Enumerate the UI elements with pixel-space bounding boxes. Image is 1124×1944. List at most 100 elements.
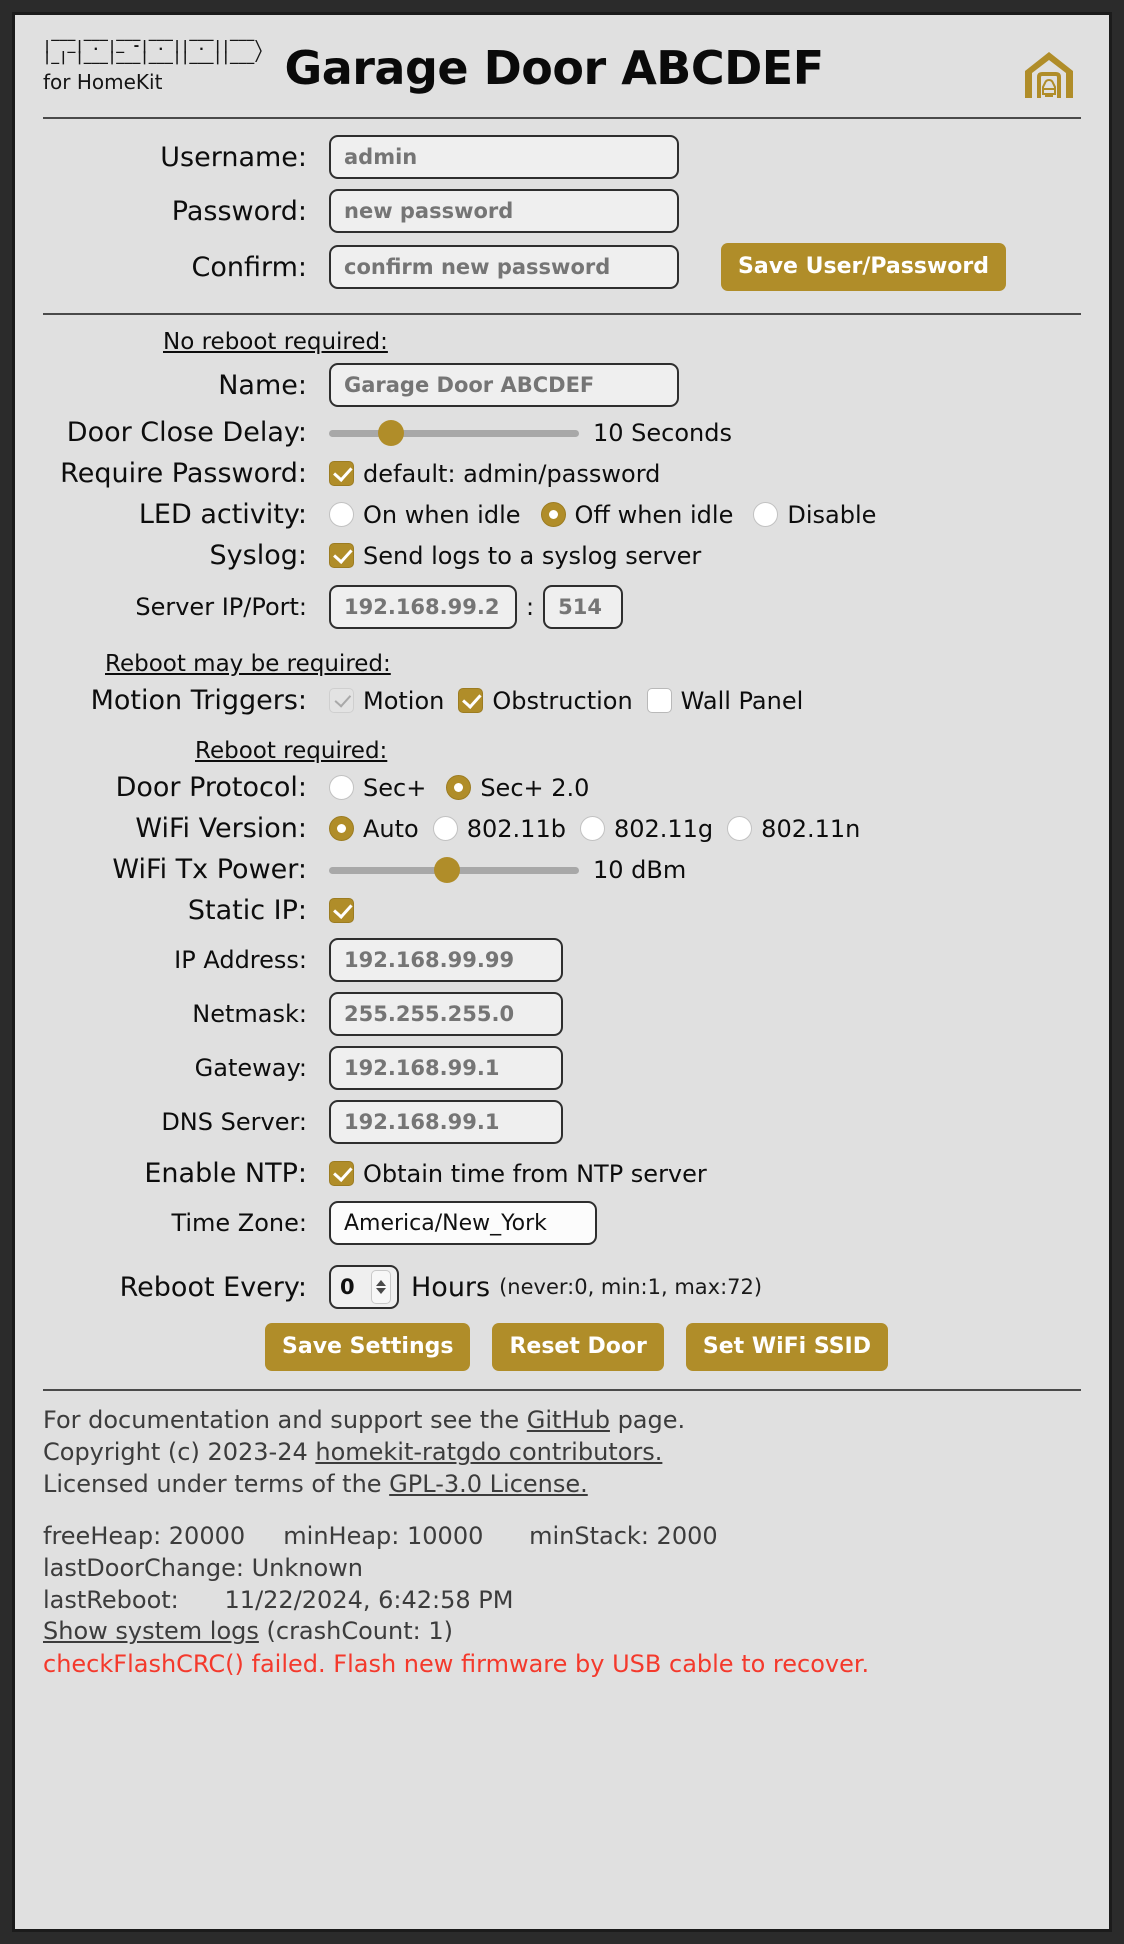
motion-trigger-label-0: Motion <box>363 686 445 715</box>
wifi-version-radio-80211g[interactable] <box>579 816 605 841</box>
footer-docs-pre: For documentation and support see the <box>43 1406 527 1434</box>
wifi-version-label-2: 802.11g <box>613 814 714 843</box>
wifi-version-radio-80211b[interactable] <box>432 816 458 841</box>
save-user-password-button[interactable]: Save User/Password <box>721 243 1006 291</box>
enable-ntp-label: Enable NTP: <box>144 1158 307 1189</box>
led-option-label-1: Off when idle <box>574 500 734 529</box>
dns-server-row: DNS Server: <box>43 1100 1081 1144</box>
username-input[interactable] <box>329 135 679 179</box>
timezone-input[interactable] <box>329 1201 597 1245</box>
door-close-delay-value: 10 Seconds <box>593 418 732 447</box>
slider-thumb[interactable] <box>434 856 460 883</box>
motion-trigger-checkbox-wall-panel[interactable] <box>646 688 672 713</box>
gateway-input[interactable] <box>329 1046 563 1090</box>
door-protocol-row: Door Protocol: Sec+ Sec+ 2.0 <box>43 772 1081 803</box>
chevron-down-icon[interactable] <box>376 1288 386 1294</box>
hours-word: Hours <box>411 1271 491 1303</box>
reboot-every-label: Reboot Every: <box>119 1271 307 1303</box>
wifi-version-radio-80211n[interactable] <box>727 816 753 841</box>
static-ip-checkbox[interactable] <box>329 898 354 923</box>
static-ip-label: Static IP: <box>187 895 307 926</box>
gateway-label: Gateway: <box>194 1054 307 1082</box>
wifi-tx-power-row: WiFi Tx Power: 10 dBm <box>43 854 1081 885</box>
password-row: Password: <box>43 189 1081 233</box>
syslog-server-ip-input[interactable] <box>329 585 517 629</box>
netmask-input[interactable] <box>329 992 563 1036</box>
enable-ntp-text: Obtain time from NTP server <box>363 1159 707 1188</box>
password-label: Password: <box>171 195 307 227</box>
require-password-label: Require Password: <box>60 458 307 489</box>
page-title: Garage Door ABCDEF <box>284 41 824 95</box>
page-footer: For documentation and support see the Gi… <box>43 1389 1081 1681</box>
chevron-up-icon[interactable] <box>376 1280 386 1286</box>
led-radio-off-when-idle[interactable] <box>540 502 566 527</box>
timezone-label: Time Zone: <box>171 1209 307 1237</box>
wifi-version-label: WiFi Version: <box>135 813 307 844</box>
slider-thumb[interactable] <box>378 419 404 446</box>
password-input[interactable] <box>329 189 679 233</box>
footer-license-pre: Licensed under terms of the <box>43 1469 390 1498</box>
led-radio-disable[interactable] <box>753 502 779 527</box>
confirm-password-label: Confirm: <box>191 251 307 283</box>
action-buttons: Save Settings Reset Door Set WiFi SSID <box>265 1323 1081 1371</box>
door-protocol-radio-secplus[interactable] <box>329 775 354 800</box>
syslog-server-port-input[interactable] <box>543 585 624 629</box>
require-password-row: Require Password: default: admin/passwor… <box>43 458 1081 489</box>
door-protocol-label-1: Sec+ 2.0 <box>480 773 590 802</box>
led-radio-on-when-idle[interactable] <box>329 502 354 527</box>
system-stats: freeHeap: 20000 minHeap: 10000 minStack:… <box>43 1521 1081 1682</box>
crash-count: (crashCount: 1) <box>258 1617 453 1646</box>
led-activity-label: LED activity: <box>138 499 307 530</box>
static-ip-row: Static IP: <box>43 895 1081 926</box>
confirm-password-input[interactable] <box>329 245 679 289</box>
reboot-every-stepper[interactable]: 0 <box>329 1265 399 1309</box>
stepper-arrows-icon[interactable] <box>371 1270 391 1304</box>
license-link[interactable]: GPL-3.0 License. <box>389 1470 588 1498</box>
reboot-required-heading: Reboot required: <box>195 738 388 764</box>
device-name-input[interactable] <box>329 363 679 407</box>
syslog-server-row: Server IP/Port: : <box>43 585 1081 629</box>
wifi-tx-power-label: WiFi Tx Power: <box>112 854 307 885</box>
door-protocol-label-0: Sec+ <box>363 773 427 802</box>
save-settings-button[interactable]: Save Settings <box>265 1323 471 1371</box>
syslog-checkbox[interactable] <box>329 543 354 568</box>
logo-subtitle: for HomeKit <box>43 69 163 94</box>
wifi-version-label-1: 802.11b <box>466 814 566 843</box>
garage-house-icon <box>1021 47 1077 107</box>
motion-trigger-checkbox-obstruction[interactable] <box>458 688 484 713</box>
motion-trigger-label-1: Obstruction <box>492 686 633 715</box>
dns-server-label: DNS Server: <box>161 1108 307 1136</box>
door-protocol-radio-secplus-2[interactable] <box>446 775 472 800</box>
stat-logs-row: Show system logs (crashCount: 1) <box>43 1616 1081 1648</box>
reset-door-button[interactable]: Reset Door <box>492 1323 664 1371</box>
device-name-row: Name: <box>43 363 1081 407</box>
device-name-label: Name: <box>218 369 307 401</box>
motion-triggers-label: Motion Triggers: <box>90 685 307 716</box>
gateway-row: Gateway: <box>43 1046 1081 1090</box>
username-label: Username: <box>160 141 307 173</box>
may-reboot-section: Reboot may be required: Motion Triggers:… <box>43 651 1081 716</box>
door-protocol-label: Door Protocol: <box>115 772 307 803</box>
show-system-logs-link[interactable]: Show system logs <box>43 1617 259 1645</box>
stat-last-door-change: lastDoorChange: Unknown <box>43 1553 364 1582</box>
ip-address-input[interactable] <box>329 938 563 982</box>
set-wifi-ssid-button[interactable]: Set WiFi SSID <box>685 1323 889 1371</box>
may-reboot-heading: Reboot may be required: <box>105 651 391 677</box>
require-password-checkbox[interactable] <box>329 461 354 486</box>
server-port-separator: : <box>526 593 535 621</box>
footer-docs-post: page. <box>609 1406 686 1434</box>
reboot-every-row: Reboot Every: 0 Hours (never:0, min:1, m… <box>43 1265 1081 1309</box>
door-close-delay-slider[interactable] <box>329 419 579 446</box>
led-activity-row: LED activity: On when idle Off when idle… <box>43 499 1081 530</box>
username-row: Username: <box>43 135 1081 179</box>
wifi-version-radio-auto[interactable] <box>329 816 354 841</box>
netmask-label: Netmask: <box>192 1000 307 1028</box>
contributors-link[interactable]: homekit-ratgdo contributors. <box>315 1438 662 1466</box>
timezone-row: Time Zone: <box>43 1201 1081 1245</box>
enable-ntp-checkbox[interactable] <box>329 1161 354 1186</box>
wifi-tx-power-value: 10 dBm <box>593 855 687 884</box>
dns-server-input[interactable] <box>329 1100 563 1144</box>
reboot-required-section: Reboot required: Door Protocol: Sec+ Sec… <box>43 738 1081 1371</box>
github-link[interactable]: GitHub <box>527 1406 610 1434</box>
wifi-tx-power-slider[interactable] <box>329 856 579 883</box>
